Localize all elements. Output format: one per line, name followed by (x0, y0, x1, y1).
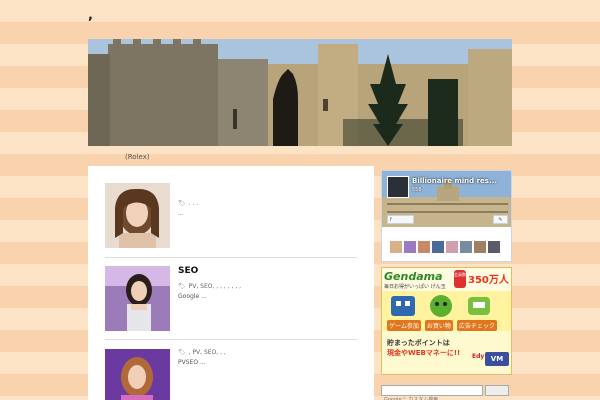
facebook-page-name[interactable]: Billionaire mind res... (412, 177, 497, 185)
facebook-share-button[interactable]: ✎ (493, 215, 508, 224)
ad-check-character-icon (468, 297, 490, 315)
facebook-fan-faces (390, 241, 500, 253)
shopping-character-icon (430, 295, 452, 317)
fan-avatar[interactable] (460, 241, 472, 253)
ad-label-game: ゲーム参加 (387, 320, 421, 331)
facebook-like-button[interactable]: f (387, 215, 414, 224)
game-character-icon (391, 296, 415, 316)
post-divider (105, 257, 357, 258)
tag-icon: 🏷 (178, 283, 186, 290)
search-button[interactable] (485, 385, 509, 396)
gendama-logo: Gendama (384, 270, 443, 283)
search-box (381, 385, 483, 400)
ad-label-shopping: お買い物 (424, 320, 453, 331)
facebook-like-count: 556 (412, 187, 422, 193)
search-input[interactable] (382, 395, 482, 400)
post-tags-text: . . . (188, 200, 199, 207)
post-divider (105, 339, 357, 340)
ad-text-line2: 現金やWEBマネーに!! (387, 349, 461, 357)
list-item: 🏷, PV, SEO, , , PVSEO ... (105, 349, 357, 400)
facebook-page-avatar[interactable] (387, 176, 409, 198)
post-list: 🏷. . . ... SEO 🏷 PV, SEO, , , , , , , , G… (88, 166, 374, 400)
post-excerpt: Google ... (178, 293, 207, 300)
post-thumbnail[interactable] (105, 349, 170, 400)
gendama-ad-banner[interactable]: Gendama 毎日お得がいっぱい げん玉 会員数 350万人 ゲーム参加 お買… (381, 267, 512, 375)
post-excerpt: ... (178, 210, 184, 217)
header-banner-image[interactable] (88, 39, 512, 146)
fan-avatar[interactable] (404, 241, 416, 253)
list-item: SEO 🏷 PV, SEO, , , , , , , , Google ... (105, 266, 357, 332)
ad-characters (388, 293, 494, 320)
post-thumbnail[interactable] (105, 183, 170, 248)
site-tagline: (Rolex) (125, 153, 150, 161)
ad-feature-labels: ゲーム参加 お買い物 広告チェック (387, 320, 497, 331)
fan-avatar[interactable] (390, 241, 402, 253)
facebook-page-widget: Billionaire mind res... 556 f ✎ (381, 170, 512, 262)
tag-icon: 🏷 (178, 200, 186, 207)
site-title[interactable]: , (88, 8, 93, 23)
fan-avatar[interactable] (418, 241, 430, 253)
post-tags-text: , PV, SEO, , , (188, 349, 226, 356)
post-thumbnail[interactable] (105, 266, 170, 331)
fan-avatar[interactable] (474, 241, 486, 253)
tag-icon: 🏷 (178, 349, 186, 356)
edy-logo: Edy (472, 353, 485, 360)
post-excerpt: PVSEO ... (178, 359, 206, 366)
fan-avatar[interactable] (446, 241, 458, 253)
ad-badge: 会員数 (454, 270, 466, 288)
post-title[interactable]: SEO (178, 266, 198, 276)
list-item: 🏷. . . ... (105, 183, 357, 249)
post-tags: 🏷. . . (178, 200, 198, 207)
post-tags: 🏷 PV, SEO, , , , , , , , (178, 283, 241, 290)
ad-label-adcheck: 広告チェック (456, 320, 497, 331)
ad-member-count: 350万人 (468, 275, 509, 286)
ad-subtitle: 毎日お得がいっぱい げん玉 (384, 284, 446, 290)
fan-avatar[interactable] (432, 241, 444, 253)
vm-logo: VM (485, 352, 509, 366)
fan-avatar[interactable] (488, 241, 500, 253)
post-tags-text: PV, SEO, , , , , , , , (188, 283, 242, 290)
post-tags: 🏷, PV, SEO, , , (178, 349, 226, 356)
ad-text-line1: 貯まったポイントは (387, 339, 450, 347)
